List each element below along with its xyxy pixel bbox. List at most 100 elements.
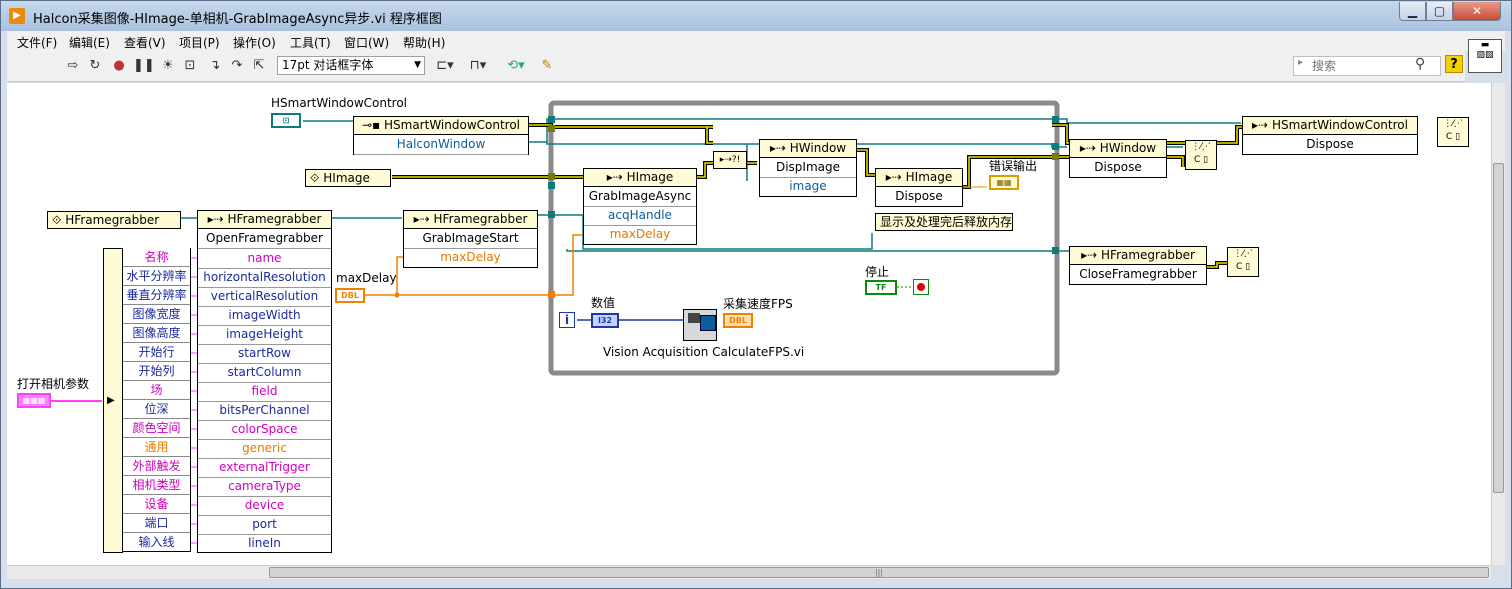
cluster-label: 名称 [123, 248, 191, 267]
step-into-icon[interactable]: ↴ [207, 58, 223, 74]
menu-file[interactable]: 文件(F) [17, 34, 57, 51]
run-continuous-icon[interactable]: ↻ [87, 58, 103, 74]
himage-dispose-method: Dispose [895, 189, 943, 203]
disp-image-param: image [789, 179, 827, 193]
open-fg-param: imageHeight [198, 325, 331, 345]
open-framegrabber-node[interactable]: ▸⇢ HFramegrabber OpenFramegrabber name h… [197, 210, 332, 553]
open-params-terminal[interactable]: ▦▦▦ [17, 393, 51, 408]
open-fg-param: bitsPerChannel [198, 401, 331, 421]
pause-icon[interactable]: ❚❚ [133, 58, 155, 74]
stop-terminal[interactable]: TF [865, 280, 897, 295]
grab-start-param: maxDelay [440, 250, 501, 264]
close-fg-method: CloseFramegrabber [1079, 267, 1197, 281]
hwindow-dispose-node[interactable]: ▸⇢ HWindow Dispose [1069, 139, 1167, 178]
invoke-icon: ▸⇢ [1081, 248, 1102, 262]
search-input[interactable] [1312, 58, 1412, 74]
menu-operate[interactable]: 操作(O) [233, 34, 276, 51]
search-icon[interactable]: ⚲ [1415, 56, 1425, 72]
grab-image-start-node[interactable]: ▸⇢ HFramegrabber GrabImageStart maxDelay [403, 210, 538, 268]
retain-wire-icon[interactable]: ⊡ [182, 58, 198, 74]
distribute-objects-icon[interactable]: ⊓▾ [465, 58, 491, 74]
menu-help[interactable]: 帮助(H) [403, 34, 445, 51]
menu-edit[interactable]: 编辑(E) [69, 34, 110, 51]
cluster-label: 水平分辨率 [123, 267, 191, 286]
cluster-label: 端口 [123, 514, 191, 533]
step-over-icon[interactable]: ↷ [229, 58, 245, 74]
hsmart-property-node[interactable]: ⊸▪ HSmartWindowControl HalconWindow [353, 116, 529, 155]
cluster-label: 颜色空间 [123, 419, 191, 438]
minimize-button[interactable]: ▁ [1399, 2, 1426, 21]
himage-constant[interactable]: ⟐ HImage [305, 169, 391, 187]
invoke-icon: ▸⇢ [207, 212, 228, 226]
block-diagram[interactable]: HSmartWindowControl ⊡ ⊸▪ HSmartWindowCon… [7, 83, 1501, 565]
himage-dispose-title-text: HImage [905, 170, 953, 184]
reorder-icon[interactable]: ⟲▾ [503, 58, 529, 74]
himage-dispose-node[interactable]: ▸⇢ HImage Dispose [875, 168, 963, 207]
invoke-icon: ▸⇢ [1079, 141, 1100, 155]
vi-icon[interactable]: ▬ ▨▨ [1468, 39, 1502, 73]
error-out-terminal[interactable]: ▦▦ [989, 175, 1019, 190]
close-reference-node-3[interactable]: ⋮⁄⋰ C ▯ [1227, 247, 1259, 277]
abort-icon[interactable]: ● [111, 58, 127, 74]
display-comment: 显示及处理完后释放内存 [875, 213, 1013, 231]
value-terminal[interactable]: I32 [591, 313, 619, 328]
hframegrabber-constant[interactable]: ⟐ HFramegrabber [47, 211, 181, 229]
cluster-label: 外部触发 [123, 457, 191, 476]
invoke-icon: ▸⇢ [606, 170, 627, 184]
max-delay-terminal[interactable]: DBL [335, 288, 365, 303]
open-fg-param: colorSpace [198, 420, 331, 440]
chevron-down-icon: ▼ [414, 60, 421, 70]
close-reference-node-2[interactable]: ⋮⁄⋰ C ▯ [1437, 117, 1469, 147]
open-fg-param: lineIn [248, 536, 281, 550]
toolbar: ⇨ ↻ ● ❚❚ ☀ ⊡ ↴ ↷ ⇱ 17pt 对话框字体 ▼ ⊏▾ ⊓▾ ⟲▾ … [7, 51, 1465, 82]
close-reference-node-1[interactable]: ⋮⁄⋰ C ▯ [1185, 140, 1217, 170]
maximize-button[interactable]: ▢ [1426, 2, 1453, 21]
grab-image-async-node[interactable]: ▸⇢ HImage GrabImageAsync acqHandle maxDe… [583, 168, 697, 245]
context-help-button[interactable]: ? [1445, 55, 1463, 73]
calculate-fps-subvi[interactable] [683, 309, 717, 341]
vertical-scrollbar[interactable] [1491, 83, 1505, 565]
disp-image-title-text: HWindow [789, 141, 847, 155]
font-select[interactable]: 17pt 对话框字体 ▼ [277, 56, 425, 75]
vertical-scroll-thumb[interactable] [1493, 163, 1504, 493]
open-fg-param: port [198, 515, 331, 535]
loop-iteration-terminal[interactable]: i [559, 312, 575, 328]
cluster-label: 场 [123, 381, 191, 400]
unbundle-cluster[interactable]: ▶ [103, 248, 123, 553]
fps-label: 采集速度FPS [723, 297, 793, 311]
menu-view[interactable]: 查看(V) [124, 34, 166, 51]
align-objects-icon[interactable]: ⊏▾ [432, 58, 458, 74]
menu-window[interactable]: 窗口(W) [344, 34, 389, 51]
horizontal-scroll-thumb[interactable]: ||| [269, 567, 1489, 578]
menu-project[interactable]: 项目(P) [179, 34, 220, 51]
open-fg-param: externalTrigger [198, 458, 331, 478]
menu-tools[interactable]: 工具(T) [290, 34, 331, 51]
open-fg-param: cameraType [198, 477, 331, 497]
value-label: 数值 [591, 296, 616, 310]
clean-diagram-icon[interactable]: ✎ [539, 58, 555, 74]
loop-condition-icon[interactable] [913, 279, 929, 295]
hsmart-dispose-node[interactable]: ▸⇢ HSmartWindowControl Dispose [1242, 116, 1418, 155]
close-framegrabber-node[interactable]: ▸⇢ HFramegrabber CloseFramegrabber [1069, 246, 1207, 285]
run-arrow-icon[interactable]: ⇨ [65, 58, 81, 74]
himage-dispose-title: ▸⇢ HImage [876, 169, 962, 187]
open-fg-param: generic [198, 439, 331, 459]
highlight-bulb-icon[interactable]: ☀ [160, 58, 176, 74]
search-dropdown-icon[interactable]: ▸ [1298, 57, 1303, 68]
max-delay-label: maxDelay [336, 271, 397, 285]
open-fg-param: name [198, 249, 331, 269]
invoke-icon: ▸⇢ [885, 170, 906, 184]
close-button[interactable]: ✕ [1453, 2, 1501, 21]
stop-dot-icon [917, 283, 925, 291]
open-fg-param: startColumn [198, 363, 331, 383]
hsmart-control-terminal[interactable]: ⊡ [271, 113, 301, 128]
step-out-icon[interactable]: ⇱ [251, 58, 267, 74]
horizontal-scrollbar[interactable]: ||| [7, 565, 1491, 579]
disp-image-node[interactable]: ▸⇢ HWindow DispImage image [759, 139, 857, 197]
fps-terminal[interactable]: DBL [723, 313, 753, 328]
to-more-generic-class-node[interactable]: ▸⇢?! [713, 151, 747, 169]
open-fg-param: horizontalResolution [198, 268, 331, 288]
hsmart-property-title: ⊸▪ HSmartWindowControl [354, 117, 528, 135]
cluster-label: 图像宽度 [123, 305, 191, 324]
disp-image-method: DispImage [760, 158, 856, 178]
